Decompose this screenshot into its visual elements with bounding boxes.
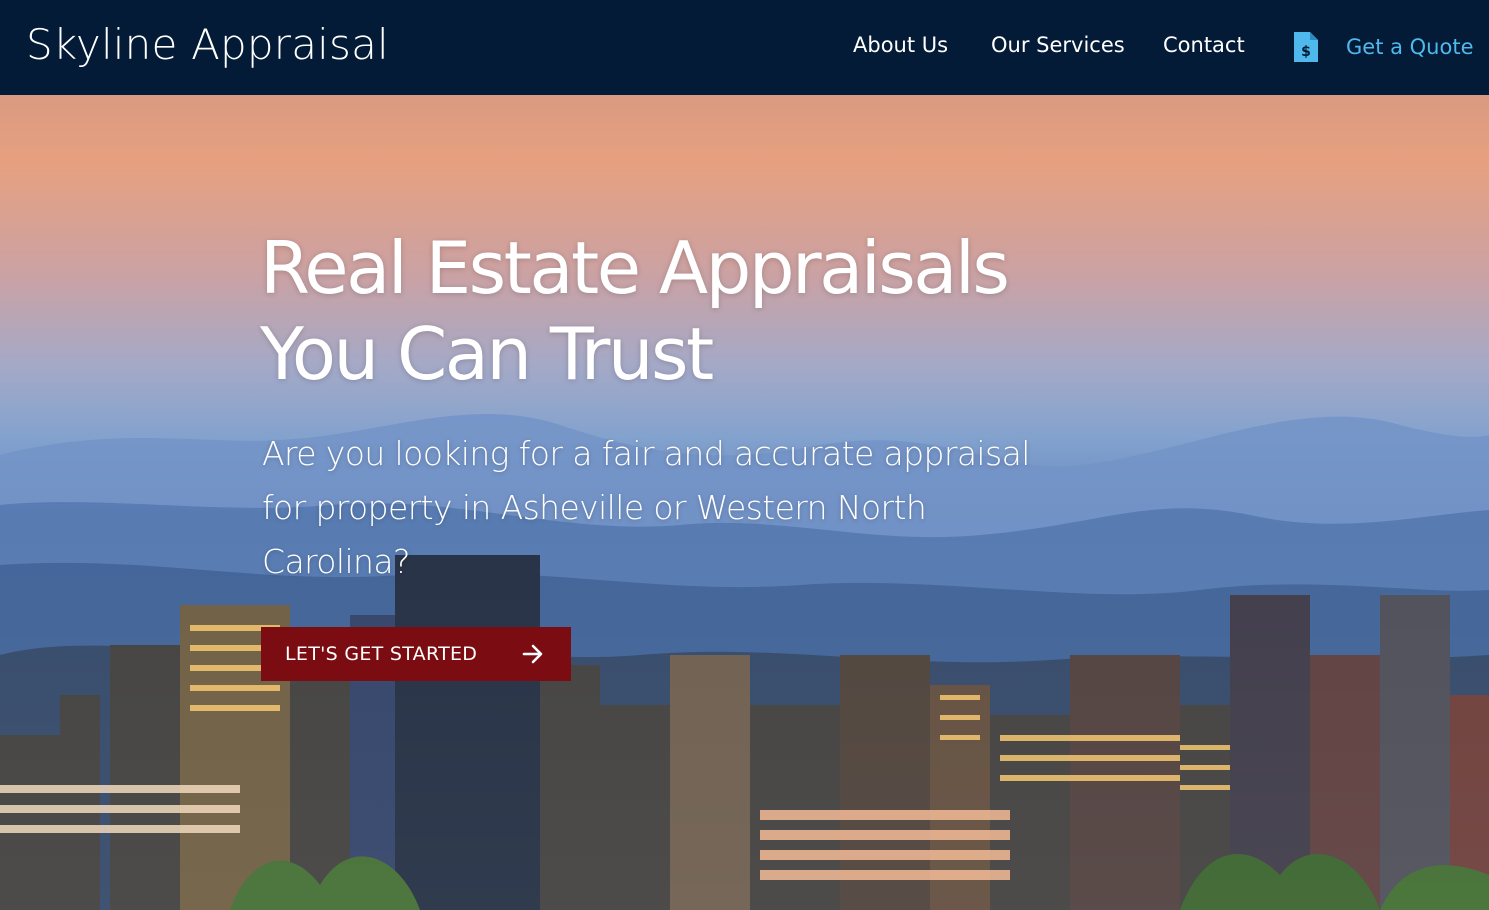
document-dollar-icon: $ bbox=[1294, 32, 1318, 62]
cta-label: LET'S GET STARTED bbox=[285, 643, 478, 665]
nav-link-about-us[interactable]: About Us bbox=[853, 33, 948, 57]
hero-heading: Real Estate Appraisals You Can Trust bbox=[260, 225, 1160, 397]
get-a-quote-label: Get a Quote bbox=[1346, 35, 1474, 59]
nav-links: About Us Our Services Contact bbox=[0, 33, 1489, 63]
hero-heading-line-1: Real Estate Appraisals bbox=[260, 226, 1010, 310]
arrow-right-icon bbox=[522, 644, 543, 664]
hero-heading-line-2: You Can Trust bbox=[260, 312, 714, 396]
nav-link-contact[interactable]: Contact bbox=[1163, 33, 1245, 57]
svg-text:$: $ bbox=[1301, 44, 1311, 60]
get-a-quote-link[interactable]: $ Get a Quote bbox=[1292, 30, 1474, 64]
nav-link-our-services[interactable]: Our Services bbox=[991, 33, 1125, 57]
lets-get-started-button[interactable]: LET'S GET STARTED bbox=[261, 627, 571, 681]
hero-section: Real Estate Appraisals You Can Trust Are… bbox=[0, 95, 1489, 910]
hero-subheading: Are you looking for a fair and accurate … bbox=[262, 434, 1030, 581]
top-navbar: Skyline Appraisal About Us Our Services … bbox=[0, 0, 1489, 95]
